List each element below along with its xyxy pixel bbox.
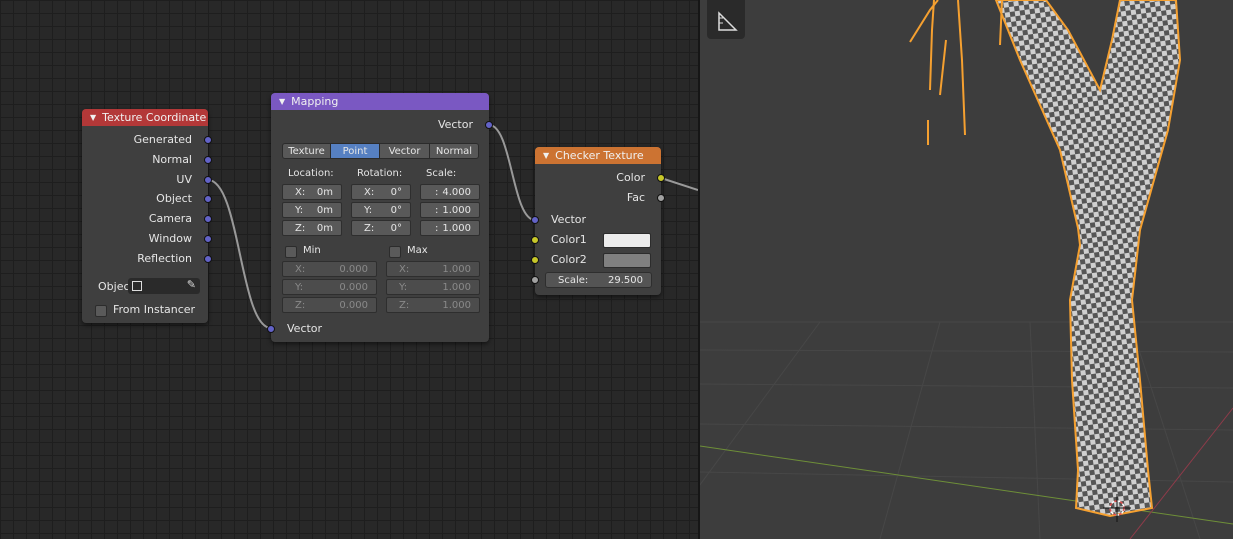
output-uv: UV xyxy=(176,173,192,186)
ruler-icon xyxy=(718,11,738,31)
max-y-field[interactable]: Y: 1.000 xyxy=(386,279,480,295)
socket-vector-in[interactable] xyxy=(531,216,539,224)
scale-y-field[interactable]: :1.000 xyxy=(420,202,480,218)
tab-normal[interactable]: Normal xyxy=(429,143,479,159)
eyedropper-icon[interactable]: ✎ xyxy=(187,278,196,291)
scale-z-field[interactable]: :1.000 xyxy=(420,220,480,236)
output-camera: Camera xyxy=(148,212,192,225)
collapse-triangle-icon[interactable]: ▼ xyxy=(543,147,549,164)
rotation-z-field[interactable]: Z: 0° xyxy=(351,220,411,236)
location-y-field[interactable]: Y: 0m xyxy=(282,202,342,218)
socket-color1-in[interactable] xyxy=(531,236,539,244)
input-color1: Color1 xyxy=(551,233,587,246)
tab-vector[interactable]: Vector xyxy=(379,143,430,159)
scale-label: Scale: xyxy=(426,168,457,179)
max-z-field[interactable]: Z: 1.000 xyxy=(386,297,480,313)
min-x-field[interactable]: X: 0.000 xyxy=(282,261,377,277)
socket-color-out[interactable] xyxy=(657,174,665,182)
x-axis-line xyxy=(700,445,1233,525)
input-vector: Vector xyxy=(287,322,323,335)
max-x-field[interactable]: X: 1.000 xyxy=(386,261,480,277)
socket-fac-out[interactable] xyxy=(657,194,665,202)
link-checker-color-out xyxy=(660,177,698,191)
min-z-field[interactable]: Z: 0.000 xyxy=(282,297,377,313)
location-z-field[interactable]: Z: 0m xyxy=(282,220,342,236)
color2-swatch[interactable] xyxy=(603,253,651,268)
output-window: Window xyxy=(148,232,192,245)
checker-scale-field[interactable]: Scale: 29.500 xyxy=(545,272,652,288)
object-picker-field[interactable]: ✎ xyxy=(128,278,200,294)
socket-camera[interactable] xyxy=(204,215,212,223)
tab-point[interactable]: Point xyxy=(330,143,380,159)
min-checkbox[interactable] xyxy=(285,246,297,258)
link-uv-to-mapping-vector xyxy=(207,179,272,329)
socket-scale-in[interactable] xyxy=(531,276,539,284)
tree-branches xyxy=(909,0,1003,145)
viewport-scene xyxy=(700,0,1233,539)
min-y-field[interactable]: Y: 0.000 xyxy=(282,279,377,295)
socket-normal[interactable] xyxy=(204,156,212,164)
3d-viewport[interactable] xyxy=(700,0,1233,539)
location-x-field[interactable]: X: 0m xyxy=(282,184,342,200)
object-field-label: Objec xyxy=(98,280,130,293)
tree-trunk xyxy=(994,0,1182,518)
collapse-triangle-icon[interactable]: ▼ xyxy=(279,93,285,110)
output-fac: Fac xyxy=(626,191,645,204)
max-label: Max xyxy=(407,245,428,256)
socket-object[interactable] xyxy=(204,195,212,203)
max-checkbox[interactable] xyxy=(389,246,401,258)
output-vector: Vector xyxy=(437,118,473,131)
object-cube-icon xyxy=(132,281,142,291)
rotation-label: Rotation: xyxy=(357,168,403,179)
scale-x-field[interactable]: :4.000 xyxy=(420,184,480,200)
mapping-header[interactable]: ▼ Mapping xyxy=(271,93,489,110)
socket-reflection[interactable] xyxy=(204,255,212,263)
texture-coordinate-node[interactable]: ▼ Texture Coordinate Generated Normal UV … xyxy=(82,109,212,323)
checker-texture-node[interactable]: ▼ Checker Texture Color Fac Vector Color1… xyxy=(531,147,665,295)
collapse-triangle-icon[interactable]: ▼ xyxy=(90,109,96,126)
rotation-y-field[interactable]: Y: 0° xyxy=(351,202,411,218)
node-title: Checker Texture xyxy=(555,149,644,162)
output-reflection: Reflection xyxy=(137,252,192,265)
output-color: Color xyxy=(616,171,645,184)
socket-uv[interactable] xyxy=(204,176,212,184)
tab-texture[interactable]: Texture xyxy=(282,143,331,159)
from-instancer-label: From Instancer xyxy=(113,303,196,316)
socket-vector-in[interactable] xyxy=(267,325,275,333)
node-title: Mapping xyxy=(291,95,339,108)
location-label: Location: xyxy=(288,168,334,179)
link-mapping-vector-to-checker-vector xyxy=(488,124,536,221)
input-color2: Color2 xyxy=(551,253,587,266)
rotation-x-field[interactable]: X: 0° xyxy=(351,184,411,200)
output-generated: Generated xyxy=(133,133,192,146)
floor-grid xyxy=(700,321,1233,539)
output-object: Object xyxy=(156,192,192,205)
measure-tool-button[interactable] xyxy=(707,0,745,39)
socket-generated[interactable] xyxy=(204,136,212,144)
min-label: Min xyxy=(303,245,321,256)
texture-coordinate-header[interactable]: ▼ Texture Coordinate xyxy=(82,109,208,126)
input-vector: Vector xyxy=(551,213,587,226)
node-title: Texture Coordinate xyxy=(102,111,207,124)
checker-texture-header[interactable]: ▼ Checker Texture xyxy=(535,147,661,164)
socket-window[interactable] xyxy=(204,235,212,243)
output-normal: Normal xyxy=(152,153,192,166)
node-editor[interactable]: ▼ Texture Coordinate Generated Normal UV … xyxy=(0,0,698,539)
socket-color2-in[interactable] xyxy=(531,256,539,264)
socket-vector-out[interactable] xyxy=(485,121,493,129)
from-instancer-checkbox[interactable] xyxy=(95,305,107,317)
color1-swatch[interactable] xyxy=(603,233,651,248)
mapping-node[interactable]: ▼ Mapping Vector Texture Point Vector Nor… xyxy=(267,93,493,342)
